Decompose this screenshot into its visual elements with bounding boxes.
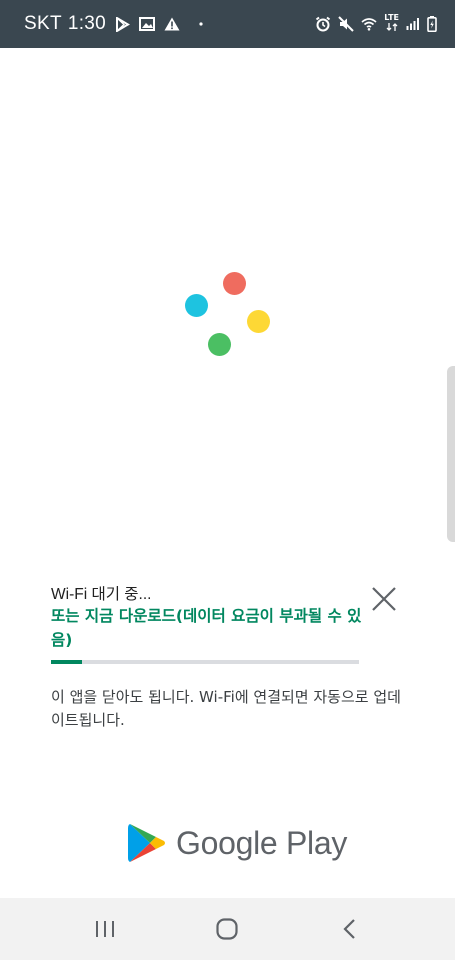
play-store-notification-icon [115, 16, 131, 32]
loader-dot-blue [185, 294, 208, 317]
recent-apps-icon [96, 921, 115, 937]
google-play-wordmark: Google Play [176, 824, 348, 861]
back-button[interactable] [330, 909, 370, 949]
battery-icon [427, 16, 437, 32]
lte-icon: LTE [384, 13, 399, 31]
download-info-text: 이 앱을 닫아도 됩니다. Wi‑Fi에 연결되면 자동으로 업데이트됩니다. [51, 688, 401, 729]
download-progress-fill [51, 660, 82, 664]
download-progress-bar [51, 660, 359, 664]
alarm-icon [315, 16, 331, 32]
mute-icon [338, 16, 355, 32]
edge-panel-handle[interactable] [447, 366, 455, 542]
carrier-label: SKT [24, 13, 62, 34]
navigation-bar [0, 898, 455, 960]
network-label: LTE [384, 12, 399, 22]
image-notification-icon [139, 17, 156, 31]
recent-apps-button[interactable] [85, 909, 125, 949]
home-icon [216, 918, 239, 940]
close-icon [372, 587, 396, 611]
download-status-title: Wi-Fi 대기 중... [51, 586, 152, 603]
play-store-icon [128, 824, 165, 862]
home-button[interactable] [207, 909, 247, 949]
loader-dot-red [223, 272, 246, 295]
cancel-download-button[interactable] [369, 584, 399, 614]
signal-icon [406, 17, 420, 31]
loader-dot-green [208, 333, 231, 356]
loader-dot-yellow [247, 310, 270, 333]
status-bar: SKT 1:30 LTE [0, 0, 455, 48]
wifi-icon [361, 17, 377, 31]
back-icon [343, 919, 355, 939]
download-now-link[interactable]: 또는 지금 다운로드(데이터 요금이 부과될 수 있음) [51, 604, 371, 652]
clock: 1:30 [67, 13, 107, 34]
warning-icon [164, 17, 180, 31]
dot-icon [199, 22, 203, 26]
google-play-logo: Google Play [128, 822, 347, 864]
loading-spinner [180, 268, 276, 364]
